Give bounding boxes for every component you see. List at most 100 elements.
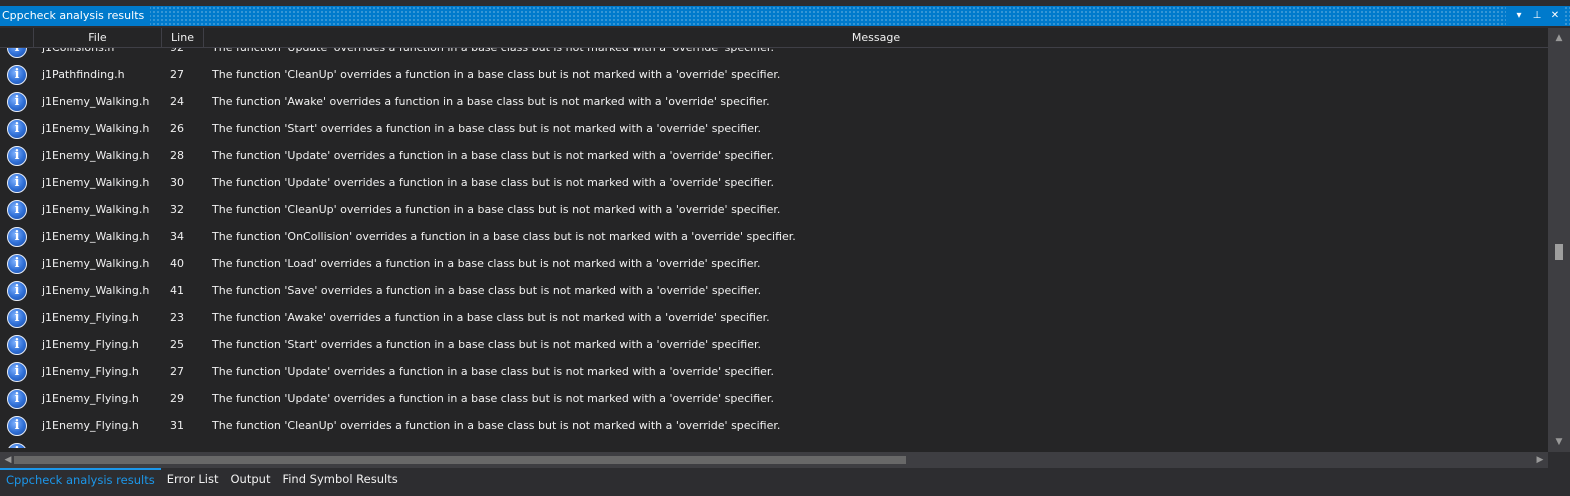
info-icon: i xyxy=(7,415,27,436)
vertical-scroll-thumb[interactable] xyxy=(1555,244,1563,260)
info-icon: i xyxy=(7,64,27,85)
tab-find-symbol-results[interactable]: Find Symbol Results xyxy=(276,468,403,492)
table-row[interactable]: i j1Enemy_Walking.h 26 The function 'Start'… xyxy=(0,115,1548,142)
file-cell: j1Enemy_Flying.h xyxy=(42,311,139,324)
file-cell: j1Enemy_Walking.h xyxy=(42,257,150,270)
table-row[interactable]: i j1Enemy_Walking.h 41 The function 'Save' … xyxy=(0,277,1548,304)
icon-cell: i xyxy=(0,118,34,139)
message-cell: The function 'Update' overrides a functi… xyxy=(212,365,774,378)
horizontal-scroll-thumb[interactable] xyxy=(14,456,906,464)
line-cell: 24 xyxy=(170,95,184,108)
table-row[interactable]: i j1Enemy_Flying.h 29 The function 'Update'… xyxy=(0,385,1548,412)
horizontal-scrollbar[interactable]: ◀ ▶ xyxy=(0,452,1548,468)
column-header-file[interactable]: File xyxy=(34,28,162,47)
pin-icon[interactable]: ⊥ xyxy=(1528,7,1546,25)
table-row[interactable]: i j1Enemy_Flying.h 25 The function 'Start' … xyxy=(0,331,1548,358)
table-row[interactable]: i j1Enemy_Walking.h 40 The function 'Load' … xyxy=(0,250,1548,277)
icon-cell: i xyxy=(0,442,34,448)
close-icon[interactable]: ✕ xyxy=(1546,7,1564,25)
file-cell: j1Enemy_Walking.h xyxy=(42,284,150,297)
info-icon: i xyxy=(7,334,27,355)
info-icon: i xyxy=(7,226,27,247)
file-cell: j1Enemy_Walking.h xyxy=(42,95,150,108)
info-icon: i xyxy=(7,91,27,112)
icon-cell: i xyxy=(0,199,34,220)
tab-cppcheck-analysis-results[interactable]: Cppcheck analysis results xyxy=(0,468,161,492)
message-cell: The function 'Awake' overrides a functio… xyxy=(212,311,770,324)
table-row[interactable]: i j1Enemy_Walking.h 28 The function 'Update… xyxy=(0,142,1548,169)
file-cell: j1Enemy_Walking.h xyxy=(42,203,150,216)
table-row[interactable]: i j1Enemy_Flying.h 27 The function 'Update'… xyxy=(0,358,1548,385)
message-cell: The function 'Start' overrides a functio… xyxy=(212,122,761,135)
message-cell: The function 'OnCollision' overrides a f… xyxy=(212,230,796,243)
icon-cell: i xyxy=(0,307,34,328)
column-header-icon[interactable] xyxy=(0,28,34,47)
tool-window-title: Cppcheck analysis results xyxy=(0,6,151,26)
line-cell: 32 xyxy=(170,203,184,216)
message-cell: The function 'Load' overrides a function… xyxy=(212,257,761,270)
line-cell: 29 xyxy=(170,392,184,405)
file-cell: j1Pathfinding.h xyxy=(42,68,125,81)
line-cell: 34 xyxy=(170,230,184,243)
message-cell: The function 'CleanUp' overrides a funct… xyxy=(212,68,781,81)
tool-window-titlebar: Cppcheck analysis results ▾ ⊥ ✕ xyxy=(0,6,1570,26)
icon-cell: i xyxy=(0,280,34,301)
file-cell: j1Enemy_Flying.h xyxy=(34,446,162,448)
info-icon: i xyxy=(7,442,27,448)
info-icon: i xyxy=(7,172,27,193)
table-row[interactable]: i j1Enemy_Walking.h 30 The function 'Update… xyxy=(0,169,1548,196)
tab-error-list[interactable]: Error List xyxy=(161,468,225,492)
message-cell: The function 'CleanUp' overrides a funct… xyxy=(212,203,781,216)
info-icon: i xyxy=(7,118,27,139)
file-cell: j1Enemy_Flying.h xyxy=(42,338,139,351)
table-row[interactable]: i j1Enemy_Flying.h 23 The function 'Awake' … xyxy=(0,304,1548,331)
file-cell: j1Enemy_Walking.h xyxy=(42,122,150,135)
info-icon: i xyxy=(7,307,27,328)
file-cell: j1Enemy_Walking.h xyxy=(42,176,150,189)
scroll-down-icon[interactable]: ▼ xyxy=(1553,436,1565,448)
line-cell: 33 xyxy=(162,446,204,448)
message-cell: The function 'Save' overrides a function… xyxy=(212,284,762,297)
icon-cell: i xyxy=(0,64,34,85)
scroll-left-icon[interactable]: ◀ xyxy=(2,454,14,466)
scroll-right-icon[interactable]: ▶ xyxy=(1534,454,1546,466)
table-row[interactable]: i j1Pathfinding.h 27 The function 'CleanUp'… xyxy=(0,61,1548,88)
tab-output[interactable]: Output xyxy=(225,468,277,492)
results-rows: ij1Collisions.h92The function 'Update' o… xyxy=(0,36,1548,448)
info-icon: i xyxy=(7,145,27,166)
message-cell: The function 'Update' overrides a functi… xyxy=(212,149,774,162)
table-row[interactable]: i j1Enemy_Flying.h33The function 'OnColli… xyxy=(0,439,1548,448)
icon-cell: i xyxy=(0,415,34,436)
column-header-message[interactable]: Message xyxy=(204,28,1548,47)
vertical-scrollbar[interactable]: ▲ ▼ xyxy=(1548,28,1570,452)
titlebar-controls: ▾ ⊥ ✕ xyxy=(1506,6,1564,26)
line-cell: 40 xyxy=(170,257,184,270)
table-row[interactable]: i j1Enemy_Walking.h 24 The function 'Awake'… xyxy=(0,88,1548,115)
results-grid: ij1Collisions.h92The function 'Update' o… xyxy=(0,28,1570,468)
icon-cell: i xyxy=(0,334,34,355)
icon-cell: i xyxy=(0,91,34,112)
message-cell: The function 'CleanUp' overrides a funct… xyxy=(212,419,781,432)
message-cell: The function 'Update' overrides a functi… xyxy=(212,176,774,189)
line-cell: 27 xyxy=(170,68,184,81)
table-row[interactable]: i j1Enemy_Walking.h 32 The function 'CleanU… xyxy=(0,196,1548,223)
line-cell: 41 xyxy=(170,284,184,297)
info-icon: i xyxy=(7,253,27,274)
icon-cell: i xyxy=(0,145,34,166)
file-cell: j1Enemy_Flying.h xyxy=(42,419,139,432)
file-cell: j1Enemy_Flying.h xyxy=(42,365,139,378)
tool-window-tabs: Cppcheck analysis results Error List Outpu… xyxy=(0,468,1570,492)
message-cell: The function 'OnCollision' overrides a f… xyxy=(204,446,1548,448)
table-row[interactable]: i j1Enemy_Walking.h 34 The function 'OnColl… xyxy=(0,223,1548,250)
window-position-menu-icon[interactable]: ▾ xyxy=(1510,7,1528,25)
line-cell: 30 xyxy=(170,176,184,189)
table-row[interactable]: i j1Enemy_Flying.h 31 The function 'CleanUp… xyxy=(0,412,1548,439)
message-cell: The function 'Start' overrides a functio… xyxy=(212,338,761,351)
line-cell: 31 xyxy=(170,419,184,432)
icon-cell: i xyxy=(0,226,34,247)
icon-cell: i xyxy=(0,253,34,274)
column-header-line[interactable]: Line xyxy=(162,28,204,47)
info-icon: i xyxy=(7,388,27,409)
scroll-up-icon[interactable]: ▲ xyxy=(1553,32,1565,44)
icon-cell: i xyxy=(0,361,34,382)
